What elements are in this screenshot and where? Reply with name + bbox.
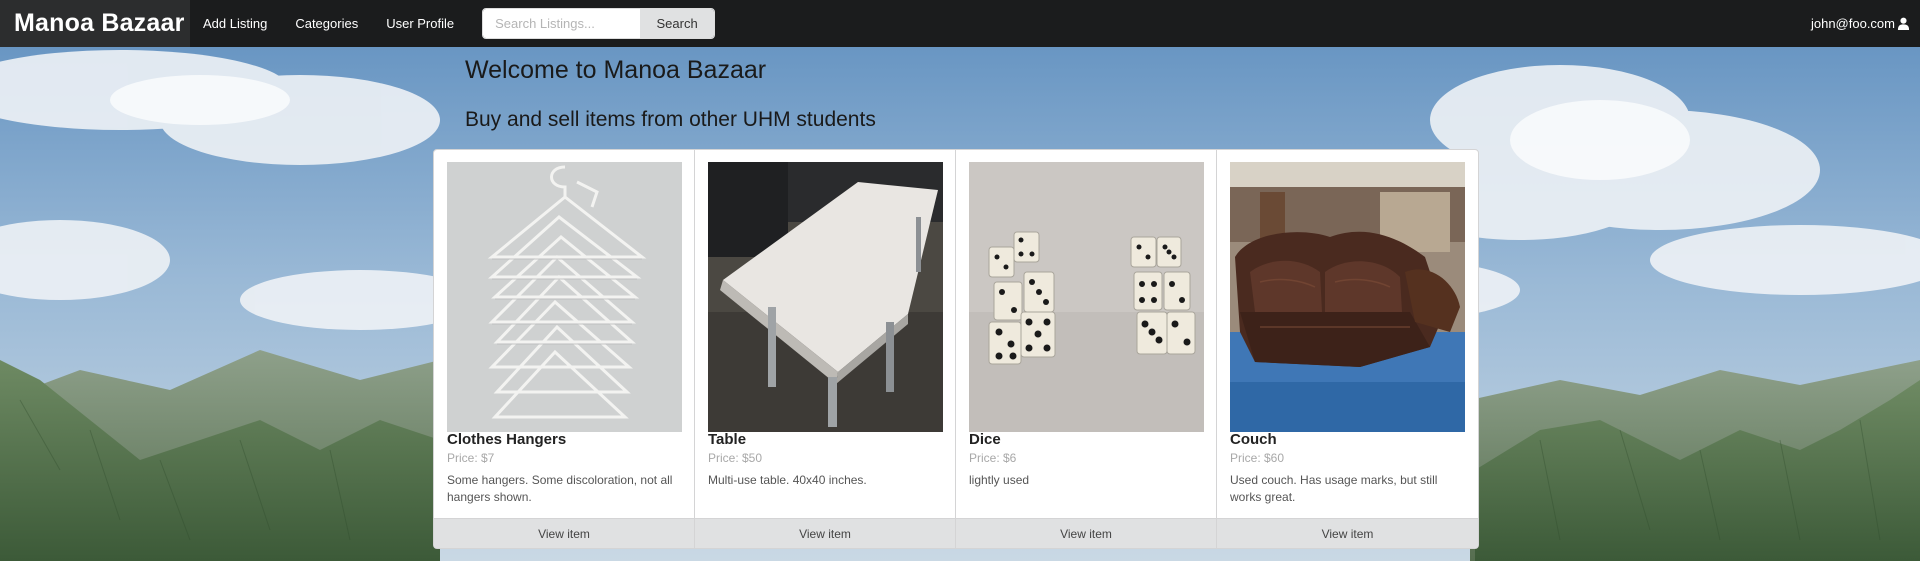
- page-subtitle: Buy and sell items from other UHM studen…: [465, 108, 876, 131]
- item-image-table[interactable]: [708, 162, 943, 432]
- item-description: Some hangers. Some discoloration, not al…: [447, 473, 673, 504]
- view-item-button[interactable]: View item: [956, 518, 1216, 548]
- nav-categories[interactable]: Categories: [281, 0, 372, 47]
- user-email: john@foo.com: [1810, 16, 1895, 31]
- user-menu[interactable]: john@foo.com: [1811, 0, 1910, 47]
- item-price: Price: $7: [447, 451, 495, 465]
- listing-card: Couch Price: $60 Used couch. Has usage m…: [1217, 150, 1478, 548]
- item-description: lightly used: [969, 473, 1030, 487]
- item-description: Used couch. Has usage marks, but still w…: [1230, 473, 1438, 504]
- item-price: Price: $60: [1230, 451, 1285, 465]
- view-item-button[interactable]: View item: [1217, 518, 1478, 548]
- view-item-button[interactable]: View item: [695, 518, 955, 548]
- listing-cards: Clothes Hangers Price: $7 Some hangers. …: [433, 149, 1479, 549]
- item-price: Price: $50: [708, 451, 763, 465]
- listing-card: Clothes Hangers Price: $7 Some hangers. …: [434, 150, 695, 548]
- search-button[interactable]: Search: [640, 9, 715, 38]
- item-name[interactable]: Dice: [969, 431, 1001, 448]
- search-input[interactable]: [483, 9, 641, 38]
- nav-user-profile[interactable]: User Profile: [372, 0, 468, 47]
- nav-add-listing[interactable]: Add Listing: [190, 0, 281, 47]
- item-name[interactable]: Table: [708, 431, 746, 448]
- item-description: Multi-use table. 40x40 inches.: [708, 473, 867, 487]
- listing-card: Table Price: $50 Multi-use table. 40x40 …: [695, 150, 956, 548]
- item-name[interactable]: Couch: [1230, 431, 1277, 448]
- item-name[interactable]: Clothes Hangers: [447, 431, 566, 448]
- item-image-clothes-hangers[interactable]: [447, 162, 682, 432]
- top-navbar: Manoa Bazaar Add Listing Categories User…: [0, 0, 1920, 47]
- brand-logo[interactable]: Manoa Bazaar: [0, 0, 190, 47]
- listing-card: Dice Price: $6 lightly used View item: [956, 150, 1217, 548]
- page-title: Welcome to Manoa Bazaar: [465, 56, 767, 84]
- item-price: Price: $6: [969, 451, 1017, 465]
- search-form: Search: [482, 8, 716, 39]
- item-image-couch[interactable]: [1230, 162, 1465, 432]
- item-image-dice[interactable]: [969, 162, 1204, 432]
- view-item-button[interactable]: View item: [434, 518, 694, 548]
- user-icon: [1897, 17, 1910, 30]
